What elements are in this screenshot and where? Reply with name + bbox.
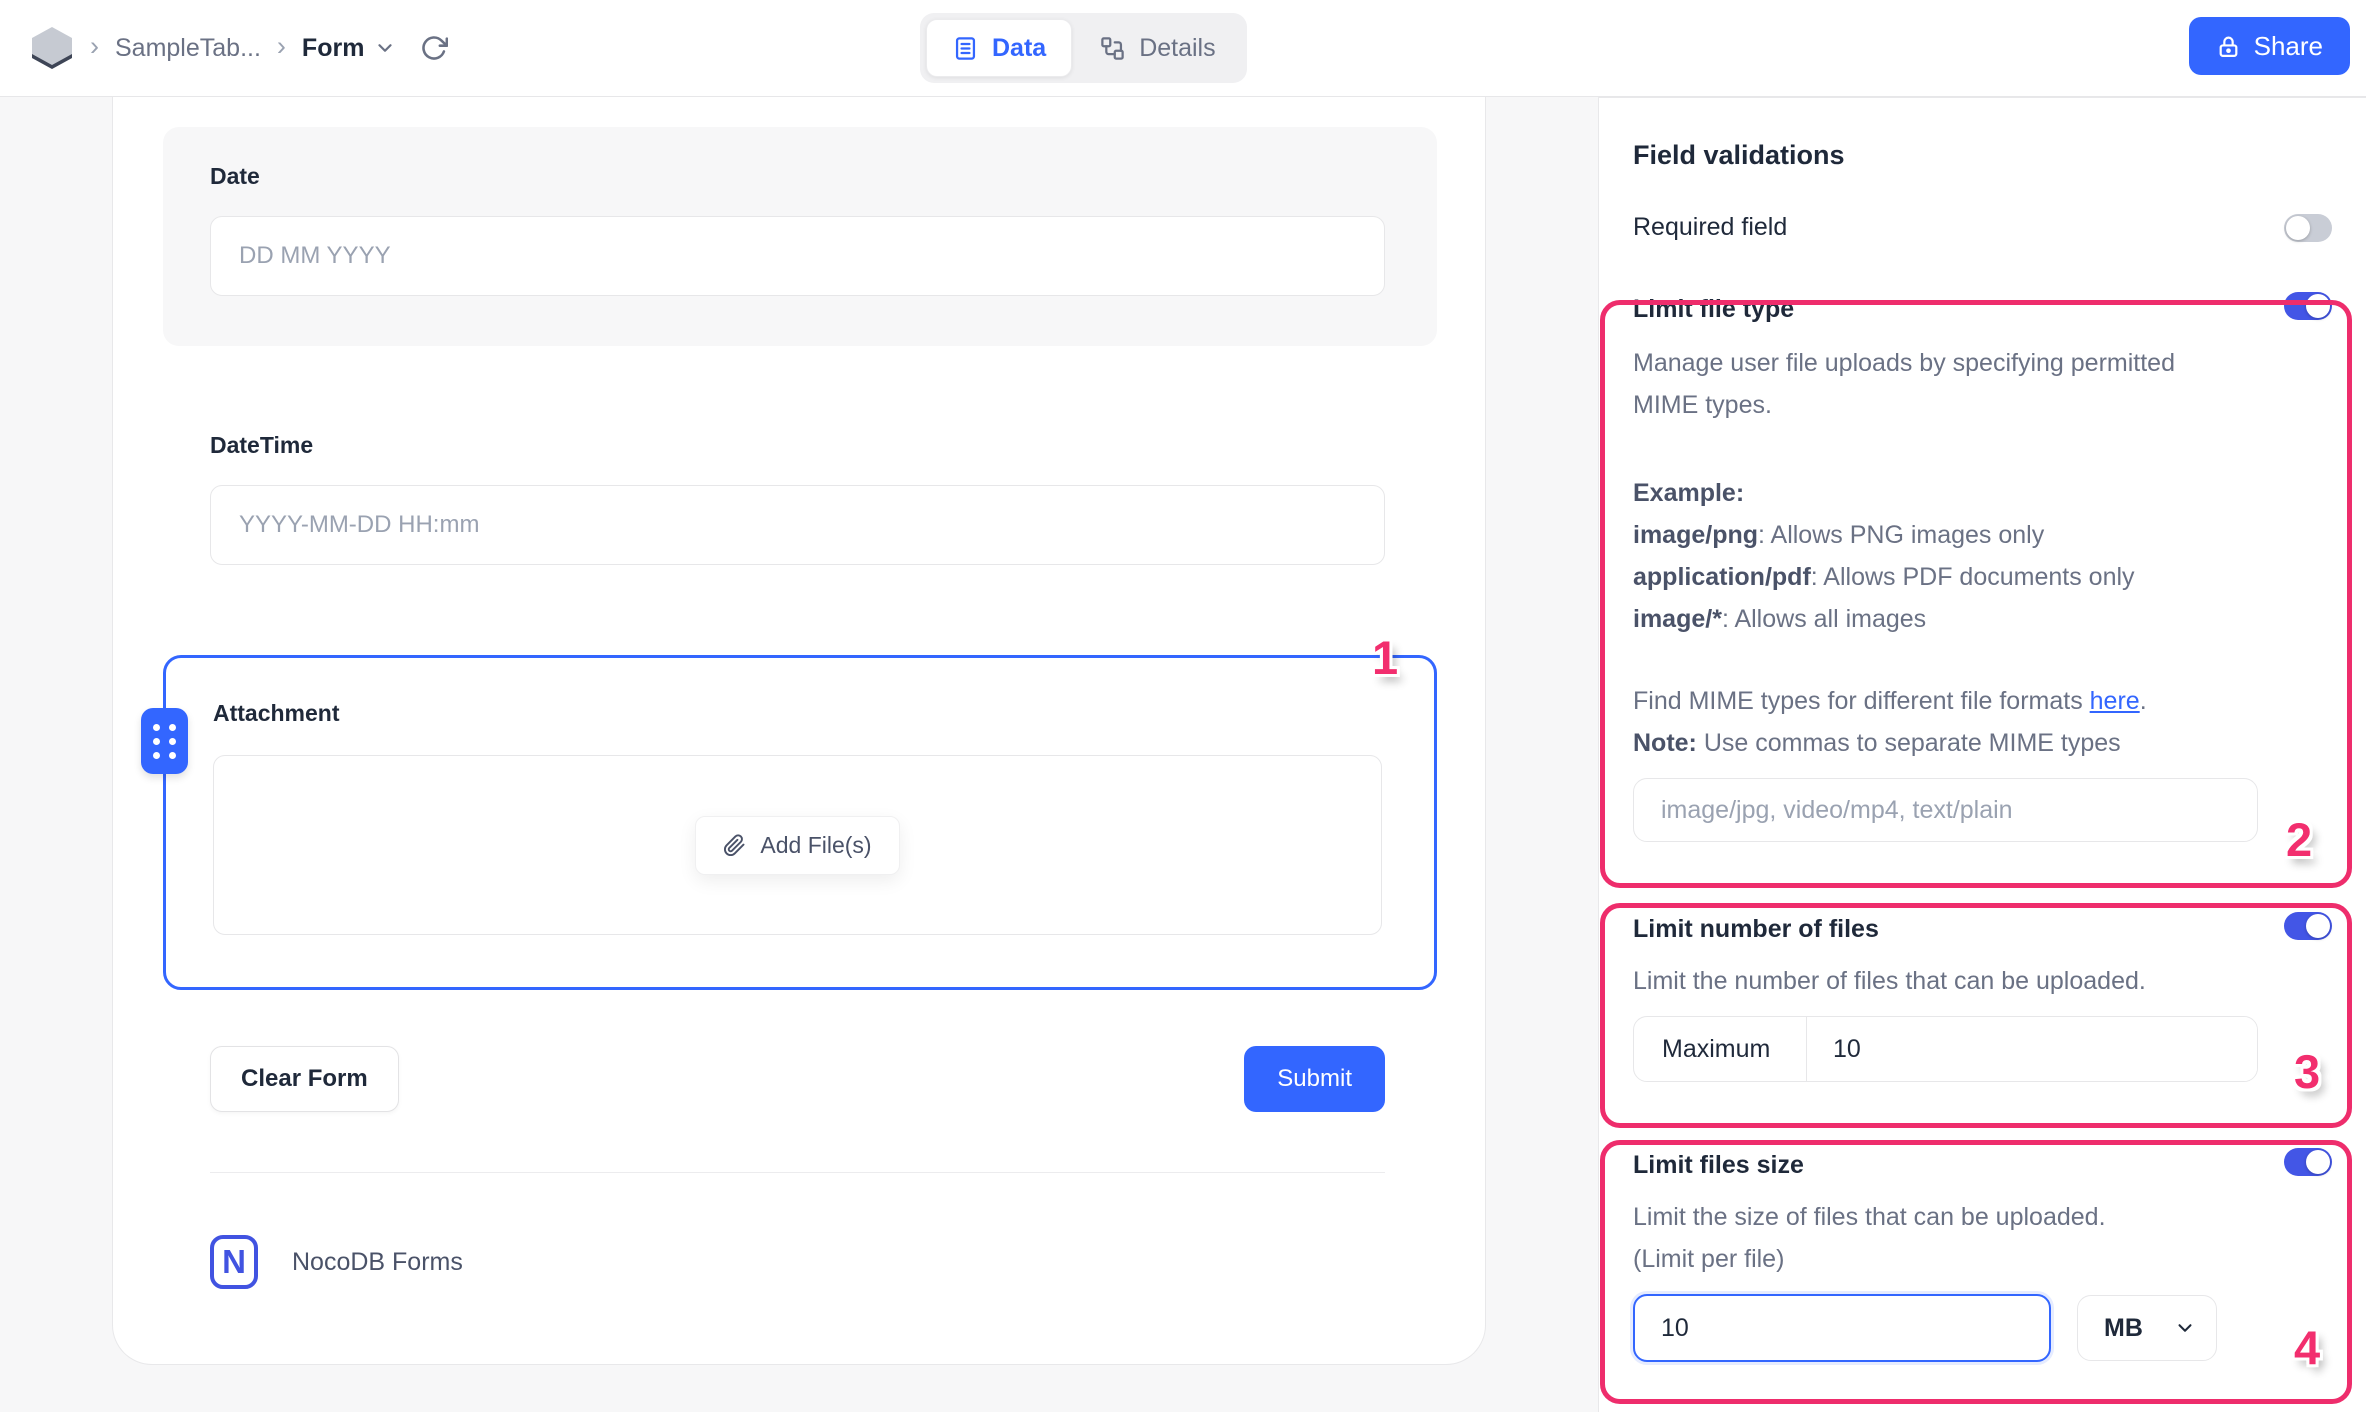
chevron-down-icon [2174,1317,2196,1339]
required-field-row: Required field [1633,213,2332,242]
date-input[interactable] [210,216,1385,296]
mime-help: Find MIME types for different file forma… [1633,680,2332,764]
mime-desc: : Allows PDF documents only [1811,563,2135,591]
mime-code: image/* [1633,605,1722,633]
branding: N NocoDB Forms [210,1235,1437,1289]
limit-number-label: Limit number of files [1633,912,1879,946]
mime-desc: : Allows PNG images only [1758,521,2044,549]
size-unit-value: MB [2104,1314,2143,1343]
example-line: application/pdf: Allows PDF documents on… [1633,556,2332,598]
view-mode-tabs: Data Details [920,13,1247,83]
breadcrumb-view[interactable]: Form [302,34,397,63]
drag-handle[interactable] [141,708,188,774]
limit-file-type-section: Limit file type Manage user file uploads… [1633,292,2332,842]
limit-file-type-label: Limit file type [1633,292,1794,326]
mime-code: application/pdf [1633,563,1811,591]
mime-types-input[interactable] [1633,778,2258,842]
field-label-datetime: DateTime [210,432,1385,459]
example-line: image/png: Allows PNG images only [1633,514,2332,556]
mime-code: image/png [1633,521,1758,549]
limit-size-line1: Limit the size of files that can be uplo… [1633,1196,2273,1238]
branding-label: NocoDB Forms [292,1248,463,1277]
clear-form-button[interactable]: Clear Form [210,1046,399,1112]
limit-size-description: Limit the size of files that can be uplo… [1633,1196,2273,1280]
panel-title: Field validations [1633,140,2332,171]
add-files-label: Add File(s) [760,832,871,859]
add-files-button[interactable]: Add File(s) [695,816,899,875]
refresh-icon[interactable] [420,34,448,62]
find-mime-line: Find MIME types for different file forma… [1633,680,2332,722]
attachment-drop-area[interactable]: Add File(s) [213,755,1382,935]
breadcrumb: › SampleTab... › Form [30,0,448,96]
limit-number-section: Limit number of files Limit the number o… [1633,912,2332,1082]
limit-size-label: Limit files size [1633,1148,1804,1182]
find-text: Find MIME types for different file forma… [1633,687,2090,715]
limit-file-type-toggle[interactable] [2284,292,2332,320]
note-label: Note: [1633,729,1697,757]
chevron-down-icon[interactable] [374,37,396,59]
view-name: Form [302,34,365,63]
mime-desc: : Allows all images [1722,605,1926,633]
nocodb-logo-icon: N [210,1235,258,1289]
size-unit-select[interactable]: MB [2077,1295,2217,1361]
data-sheet-icon [952,35,979,62]
find-suffix: . [2140,687,2147,715]
limit-number-toggle[interactable] [2284,912,2332,940]
tab-details-label: Details [1139,34,1215,63]
limit-number-description: Limit the number of files that can be up… [1633,960,2213,1002]
field-block-datetime[interactable]: DateTime [163,396,1437,615]
mime-examples: Example: image/png: Allows PNG images on… [1633,472,2332,640]
form-canvas: Date DateTime Attachment Add File(s) [112,97,1486,1365]
datetime-input[interactable] [210,485,1385,565]
divider [210,1172,1385,1173]
example-line: image/*: Allows all images [1633,598,2332,640]
limit-size-line2: (Limit per file) [1633,1238,2273,1280]
note-line: Note: Use commas to separate MIME types [1633,722,2332,764]
limit-size-section: Limit files size Limit the size of files… [1633,1148,2332,1362]
tab-data-label: Data [992,34,1046,63]
drag-dots-icon [153,724,176,759]
limit-size-toggle[interactable] [2284,1148,2332,1176]
note-text: Use commas to separate MIME types [1697,729,2121,757]
field-block-attachment[interactable]: Attachment Add File(s) [163,655,1437,990]
field-label-date: Date [210,163,1385,190]
share-button[interactable]: Share [2189,17,2350,75]
max-files-group: Maximum [1633,1016,2258,1082]
paperclip-icon [723,834,746,857]
schema-hierarchy-icon [1099,35,1126,62]
share-label: Share [2254,31,2323,62]
breadcrumb-separator: › [277,33,286,64]
required-field-toggle[interactable] [2284,214,2332,242]
top-bar: › SampleTab... › Form Data Details [0,0,2366,97]
lock-icon [2216,34,2241,59]
field-label-attachment: Attachment [213,700,1382,727]
field-block-date[interactable]: Date [163,127,1437,346]
breadcrumb-separator: › [90,33,99,64]
example-title: Example: [1633,472,2332,514]
mime-types-link[interactable]: here [2090,687,2140,715]
required-field-label: Required field [1633,213,1787,242]
max-files-input[interactable] [1807,1017,2257,1081]
max-size-input[interactable] [1633,1294,2051,1362]
breadcrumb-table[interactable]: SampleTab... [115,34,261,63]
limit-file-type-description: Manage user file uploads by specifying p… [1633,342,2213,426]
maximum-prefix: Maximum [1634,1017,1807,1081]
tab-details[interactable]: Details [1074,19,1240,77]
submit-button[interactable]: Submit [1244,1046,1385,1112]
app-logo-icon[interactable] [30,25,74,71]
field-settings-panel: Field validations Required field Limit f… [1598,97,2366,1412]
tab-data[interactable]: Data [926,19,1072,77]
